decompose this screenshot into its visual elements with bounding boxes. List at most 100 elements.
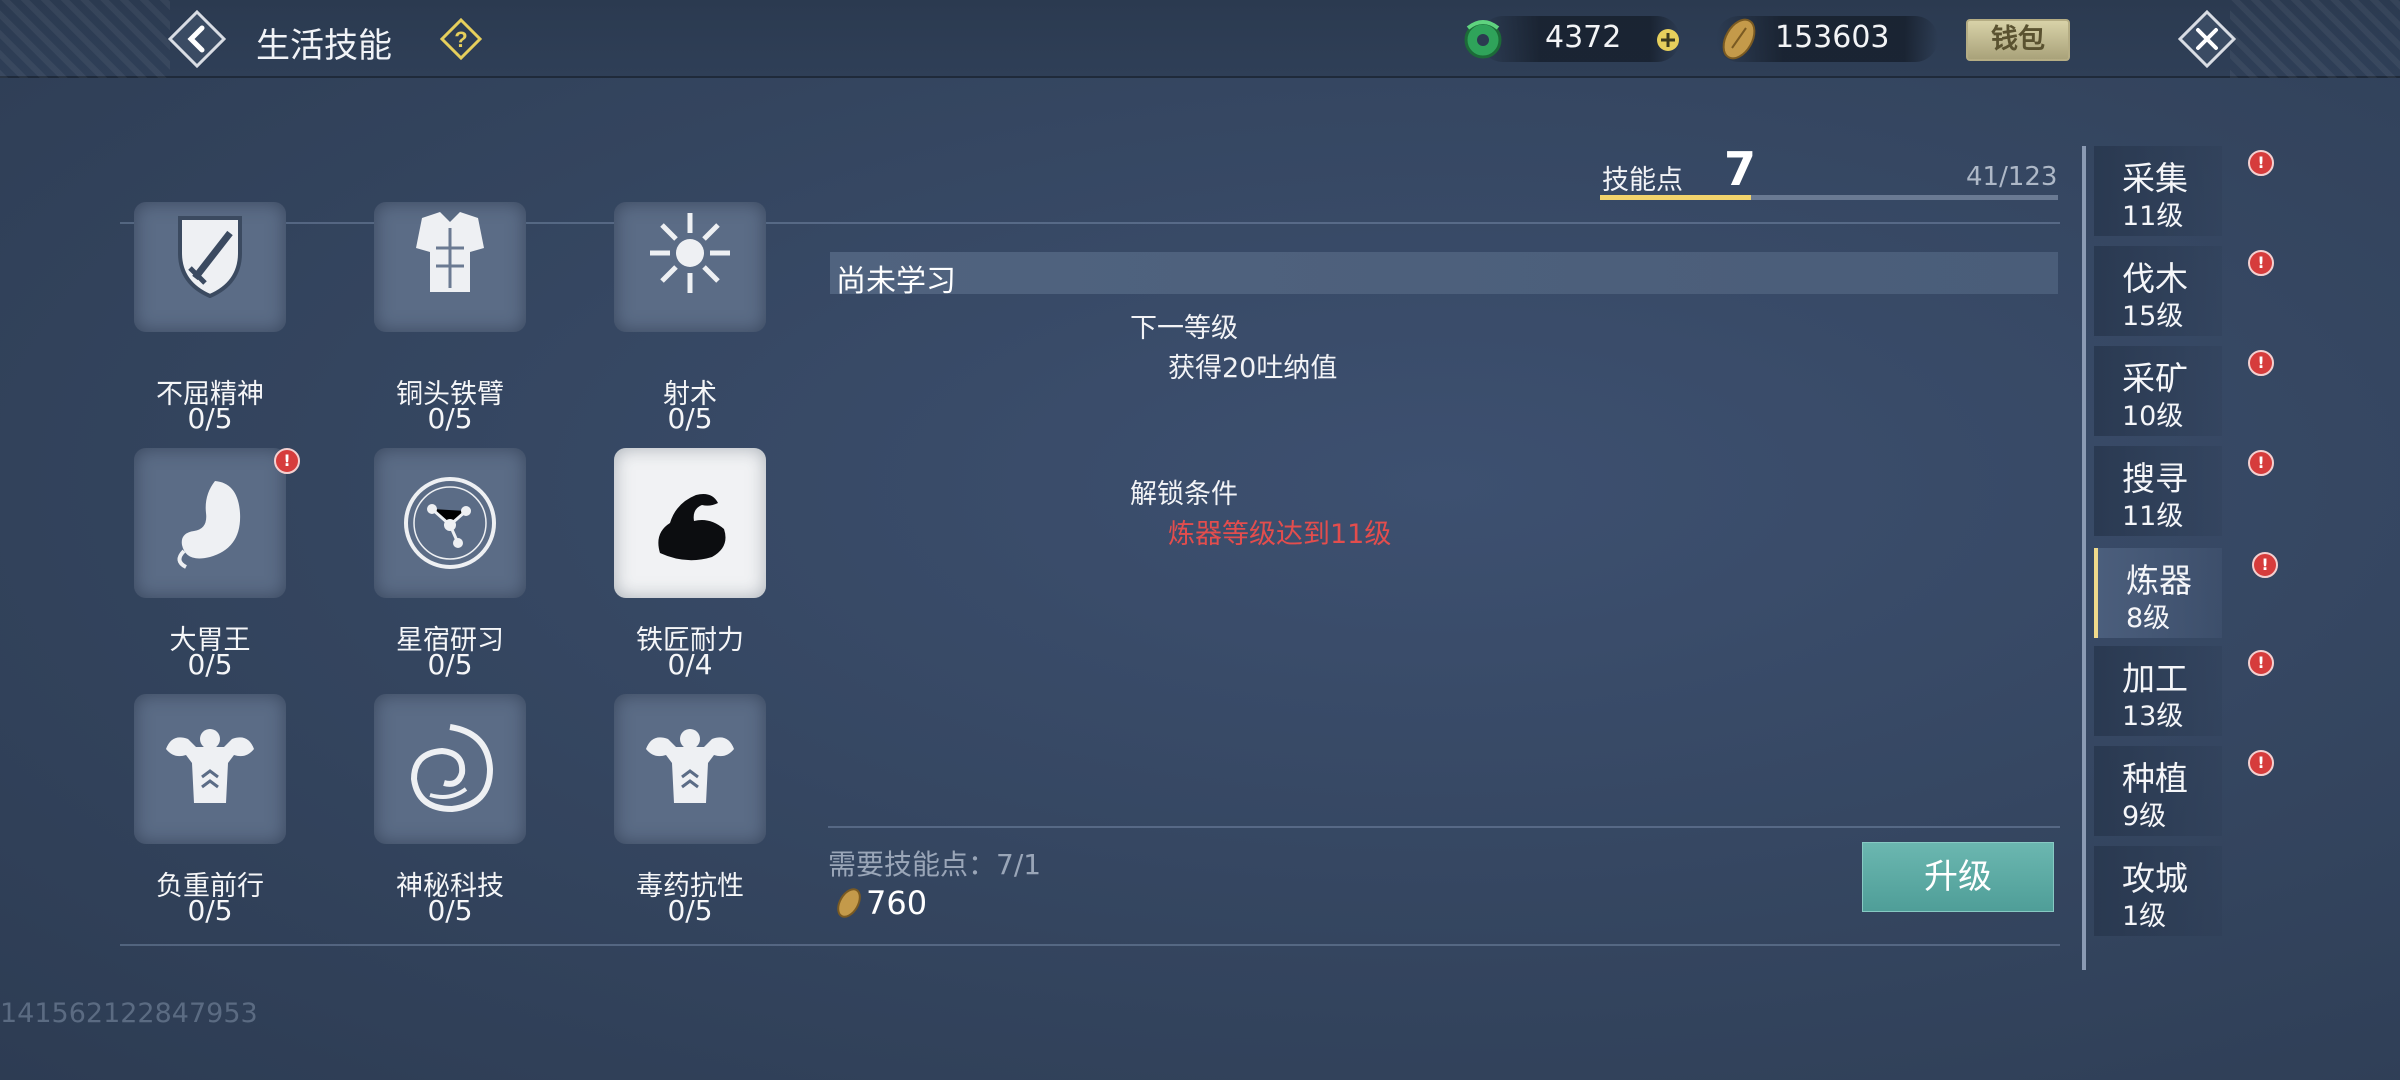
jade-currency-icon xyxy=(1458,14,1508,64)
corner-ornament-left xyxy=(0,0,170,78)
skill-icon-frame xyxy=(134,202,286,332)
coin-currency-icon xyxy=(1714,14,1764,64)
tab-mining[interactable]: 采矿 10级 ! xyxy=(2094,346,2274,436)
help-button[interactable]: ? xyxy=(439,17,483,61)
tab-alert-badge: ! xyxy=(2248,750,2274,776)
close-button[interactable] xyxy=(2177,9,2237,69)
plus-icon xyxy=(1657,29,1679,51)
skill-icon-frame xyxy=(374,694,526,844)
next-level-title: 下一等级 xyxy=(1130,313,1238,344)
skill-level: 0/4 xyxy=(667,648,713,681)
coin-currency-value: 153603 xyxy=(1775,20,1890,55)
tab-alert-badge: ! xyxy=(2248,350,2274,376)
skill-points-value: 7 xyxy=(1724,142,1757,196)
skill-item-poison-resistance[interactable]: 毒药抗性 0/5 xyxy=(610,694,770,939)
constellation-icon xyxy=(404,477,496,569)
close-icon xyxy=(2177,9,2237,69)
detail-divider xyxy=(828,826,2060,828)
coin-icon xyxy=(832,886,866,920)
strongman-icon xyxy=(166,729,254,803)
shield-sword-icon xyxy=(178,216,242,298)
skill-icon-frame xyxy=(374,202,526,332)
tab-processing[interactable]: 加工 13级 ! xyxy=(2094,646,2274,736)
burst-target-icon xyxy=(650,213,730,293)
tab-searching[interactable]: 搜寻 11级 ! xyxy=(2094,446,2274,536)
tab-level: 8级 xyxy=(2126,603,2171,634)
skill-icon-frame-selected xyxy=(614,448,766,598)
skill-level: 0/5 xyxy=(427,894,473,927)
skill-item-unyielding-spirit[interactable]: 不屈精神 0/5 xyxy=(130,202,290,467)
tab-scroll-rail xyxy=(2082,146,2086,970)
swirl-icon xyxy=(410,724,494,813)
page-title: 生活技能 xyxy=(256,26,392,66)
skill-level: 0/5 xyxy=(667,402,713,435)
tab-level: 9级 xyxy=(2122,801,2167,832)
tab-name: 采矿 xyxy=(2122,359,2188,398)
user-id: 141562122847953 xyxy=(0,998,258,1029)
tab-level: 11级 xyxy=(2122,501,2184,532)
back-button[interactable] xyxy=(167,9,227,69)
tab-logging[interactable]: 伐木 15级 ! xyxy=(2094,246,2274,336)
skill-icon-frame xyxy=(134,448,286,598)
skill-item-big-stomach[interactable]: ! 大胃王 0/5 xyxy=(130,448,300,693)
skill-item-mystic-tech[interactable]: 神秘科技 0/5 xyxy=(370,694,530,939)
skill-level: 0/5 xyxy=(187,648,233,681)
tab-level: 11级 xyxy=(2122,201,2184,232)
skill-item-heavy-load[interactable]: 负重前行 0/5 xyxy=(130,694,290,939)
unlock-condition-title: 解锁条件 xyxy=(1130,479,1238,510)
tab-name: 炼器 xyxy=(2126,561,2192,600)
skill-points-progress xyxy=(1600,195,2058,200)
tab-alert-badge: ! xyxy=(2248,150,2274,176)
add-currency-button[interactable] xyxy=(1655,27,1681,53)
tab-alert-badge: ! xyxy=(2248,250,2274,276)
skill-icon-frame xyxy=(614,202,766,332)
tab-alert-badge: ! xyxy=(2252,552,2278,578)
next-level-text: 获得20吐纳值 xyxy=(1168,353,1338,384)
unlock-condition-text: 炼器等级达到11级 xyxy=(1168,519,1392,550)
tab-name: 采集 xyxy=(2122,159,2188,198)
skill-icon-frame xyxy=(134,694,286,844)
tab-alert-badge: ! xyxy=(2248,650,2274,676)
tab-level: 15级 xyxy=(2122,301,2184,332)
tab-name: 种植 xyxy=(2122,759,2188,798)
svg-text:?: ? xyxy=(454,27,467,52)
tab-siege[interactable]: 攻城 1级 xyxy=(2094,846,2222,936)
upgrade-button[interactable]: 升级 xyxy=(1862,842,2054,912)
skill-icon-frame xyxy=(614,694,766,844)
detail-status: 尚未学习 xyxy=(836,264,956,299)
upgrade-cost: 760 xyxy=(866,884,928,922)
tab-name: 攻城 xyxy=(2122,859,2188,898)
tab-refining[interactable]: 炼器 8级 ! xyxy=(2094,548,2278,638)
back-arrow-icon xyxy=(167,9,227,69)
corner-ornament-right xyxy=(2230,0,2400,78)
help-icon: ? xyxy=(439,17,483,61)
tab-level: 1级 xyxy=(2122,901,2167,932)
skill-alert-badge: ! xyxy=(274,448,300,474)
tab-gathering[interactable]: 采集 11级 ! xyxy=(2094,146,2274,236)
tab-name: 伐木 xyxy=(2122,259,2188,298)
flexed-arm-icon xyxy=(658,494,726,561)
strongman-icon xyxy=(646,729,734,803)
required-skill-points: 需要技能点：7/1 xyxy=(828,848,1042,881)
skill-points-count: 41/123 xyxy=(1966,162,2058,192)
armor-icon xyxy=(416,212,484,292)
stomach-icon xyxy=(177,481,241,569)
skill-item-archery[interactable]: 射术 0/5 xyxy=(610,202,770,467)
jade-currency-value: 4372 xyxy=(1545,20,1622,55)
skill-item-blacksmith-stamina[interactable]: 铁匠耐力 0/4 xyxy=(610,448,770,693)
skill-icon-frame xyxy=(374,448,526,598)
wallet-button[interactable]: 钱包 xyxy=(1966,19,2070,61)
skill-level: 0/5 xyxy=(427,648,473,681)
tab-name: 加工 xyxy=(2122,659,2188,698)
tab-alert-badge: ! xyxy=(2248,450,2274,476)
skill-level: 0/5 xyxy=(427,402,473,435)
skill-points-progress-fill xyxy=(1600,195,1752,200)
tab-level: 10级 xyxy=(2122,401,2184,432)
skill-item-iron-arms[interactable]: 铜头铁臂 0/5 xyxy=(370,202,530,467)
detail-header-bar xyxy=(830,252,2058,294)
top-bar: 生活技能 ? 4372 153603 钱包 xyxy=(0,0,2400,78)
tab-name: 搜寻 xyxy=(2122,459,2188,498)
skill-item-star-study[interactable]: 星宿研习 0/5 xyxy=(370,448,530,693)
tab-planting[interactable]: 种植 9级 ! xyxy=(2094,746,2274,836)
bottom-divider xyxy=(120,944,2060,946)
